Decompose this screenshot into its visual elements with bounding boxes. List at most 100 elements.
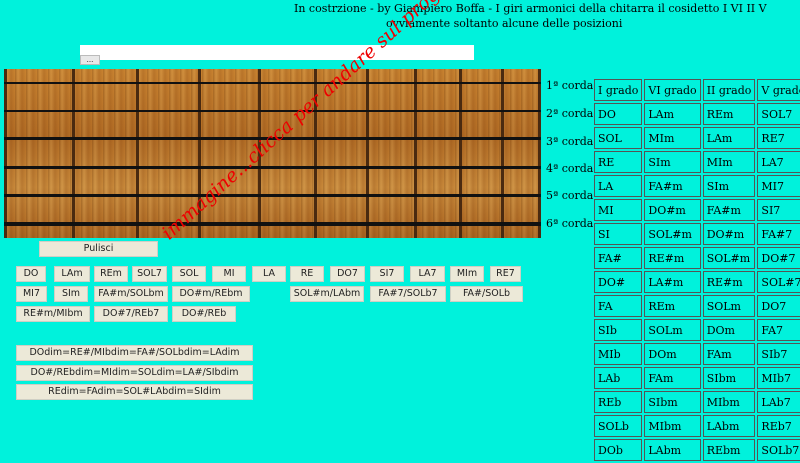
table-cell: SOL7 <box>757 103 800 125</box>
table-cell: DO#m <box>702 223 756 245</box>
chord-button[interactable]: SIm <box>54 286 88 302</box>
table-header: V grado <box>757 79 800 101</box>
string-label: 6ª corda <box>546 217 594 230</box>
table-row: SI SOL#m DO#m FA#7 <box>594 223 800 245</box>
table-cell: REb7 <box>757 415 800 437</box>
table-row: DOb LAbm REbm SOLb7 <box>594 439 800 461</box>
table-cell: MIbm <box>702 391 756 413</box>
chord-button[interactable]: MI <box>212 266 246 282</box>
chord-button[interactable]: DO#/REbdim=MIdim=SOLdim=LA#/SIbdim <box>16 365 253 381</box>
table-cell: RE7 <box>757 127 800 149</box>
fret-wire <box>136 69 139 238</box>
table-cell: LA <box>594 175 643 197</box>
chord-button[interactable]: RE7 <box>490 266 521 282</box>
table-cell: SI7 <box>757 199 800 221</box>
chord-button[interactable]: FA#7/SOLb7 <box>370 286 446 302</box>
chord-button[interactable]: FA#m/SOLbm <box>94 286 168 302</box>
table-row: FA REm SOLm DO7 <box>594 295 800 317</box>
chord-button[interactable]: FA#/SOLb <box>450 286 523 302</box>
guitar-string[interactable] <box>4 137 541 140</box>
chord-button[interactable]: DO7 <box>330 266 365 282</box>
table-cell: DOm <box>702 319 756 341</box>
table-cell: SOL#m <box>702 247 756 269</box>
top-input-bar[interactable] <box>80 45 474 60</box>
table-cell: DO7 <box>757 295 800 317</box>
table-row: REb SIbm MIbm LAb7 <box>594 391 800 413</box>
table-row: MIb DOm FAm SIb7 <box>594 343 800 365</box>
table-row: SOL MIm LAm RE7 <box>594 127 800 149</box>
guitar-string[interactable] <box>4 166 541 169</box>
table-cell: SIb <box>594 319 643 341</box>
table-cell: RE <box>594 151 643 173</box>
chord-button[interactable]: DO#/REb <box>172 306 236 322</box>
chord-button[interactable]: DO#m/REbm <box>172 286 250 302</box>
guitar-string[interactable] <box>4 194 541 197</box>
guitar-string[interactable] <box>4 222 541 226</box>
table-cell: REbm <box>702 439 756 461</box>
chord-button[interactable]: SOL <box>172 266 206 282</box>
guitar-string[interactable] <box>4 82 541 84</box>
fret-wire <box>414 69 417 238</box>
small-button[interactable]: ... <box>80 55 100 65</box>
chord-button[interactable]: LAm <box>54 266 90 282</box>
chord-button[interactable]: SI7 <box>370 266 404 282</box>
fret-wire <box>459 69 462 238</box>
table-header: I grado <box>594 79 643 101</box>
chord-button[interactable]: SOL7 <box>132 266 167 282</box>
table-cell: SOLb7 <box>757 439 800 461</box>
chord-button[interactable]: REdim=FAdim=SOL#LAbdim=SIdim <box>16 384 253 400</box>
fret-wire <box>4 69 7 238</box>
table-cell: DO# <box>594 271 643 293</box>
fretboard[interactable] <box>4 69 541 238</box>
table-row: DO# LA#m RE#m SOL#7 <box>594 271 800 293</box>
chord-degree-table: I gradoVI gradoII gradoV gradoDOLAmREmSO… <box>592 77 800 463</box>
table-header: II grado <box>702 79 756 101</box>
table-row: RE SIm MIm LA7 <box>594 151 800 173</box>
table-cell: LAbm <box>702 415 756 437</box>
table-cell: MIm <box>644 127 701 149</box>
table-row: FA# RE#m SOL#m DO#7 <box>594 247 800 269</box>
chord-button[interactable]: LA <box>252 266 286 282</box>
table-cell: REm <box>644 295 701 317</box>
table-cell: SI <box>594 223 643 245</box>
chord-button[interactable]: MI7 <box>16 286 47 302</box>
string-label: 2ª corda <box>546 107 594 120</box>
table-cell: FA7 <box>757 319 800 341</box>
clear-button[interactable]: Pulisci <box>39 241 158 257</box>
table-cell: DO <box>594 103 643 125</box>
fret-wire <box>366 69 369 238</box>
chord-button[interactable]: DOdim=RE#/MIbdim=FA#/SOLbdim=LAdim <box>16 345 253 361</box>
fret-wire <box>198 69 201 238</box>
page-subtitle: ovviamente soltanto alcune delle posizio… <box>386 17 623 30</box>
page-title: In costrzione - by Giampiero Boffa - I g… <box>294 2 767 15</box>
table-cell: DO#m <box>644 199 701 221</box>
chord-button[interactable]: MIm <box>450 266 484 282</box>
table-cell: RE#m <box>702 271 756 293</box>
string-label: 1ª corda <box>546 79 594 92</box>
table-cell: DOb <box>594 439 643 461</box>
table-row: LAb FAm SIbm MIb7 <box>594 367 800 389</box>
table-cell: MI7 <box>757 175 800 197</box>
table-cell: RE#m <box>644 247 701 269</box>
table-cell: SIbm <box>644 391 701 413</box>
table-cell: MI <box>594 199 643 221</box>
guitar-string[interactable] <box>4 110 541 112</box>
table-cell: DO#7 <box>757 247 800 269</box>
table-cell: MIm <box>702 151 756 173</box>
fret-wire <box>501 69 504 238</box>
table-cell: SIbm <box>702 367 756 389</box>
chord-button[interactable]: DO#7/REb7 <box>94 306 168 322</box>
table-cell: SOL#m <box>644 223 701 245</box>
string-label: 3ª corda <box>546 135 594 148</box>
chord-button[interactable]: REm <box>94 266 128 282</box>
chord-button[interactable]: RE <box>290 266 324 282</box>
table-row: LA FA#m SIm MI7 <box>594 175 800 197</box>
chord-button[interactable]: RE#m/MIbm <box>16 306 90 322</box>
chord-button[interactable]: LA7 <box>410 266 445 282</box>
chord-button[interactable]: DO <box>16 266 46 282</box>
chord-button[interactable]: SOL#m/LAbm <box>290 286 364 302</box>
table-cell: LA#m <box>644 271 701 293</box>
table-cell: MIb <box>594 343 643 365</box>
table-cell: DOm <box>644 343 701 365</box>
table-cell: SOLb <box>594 415 643 437</box>
